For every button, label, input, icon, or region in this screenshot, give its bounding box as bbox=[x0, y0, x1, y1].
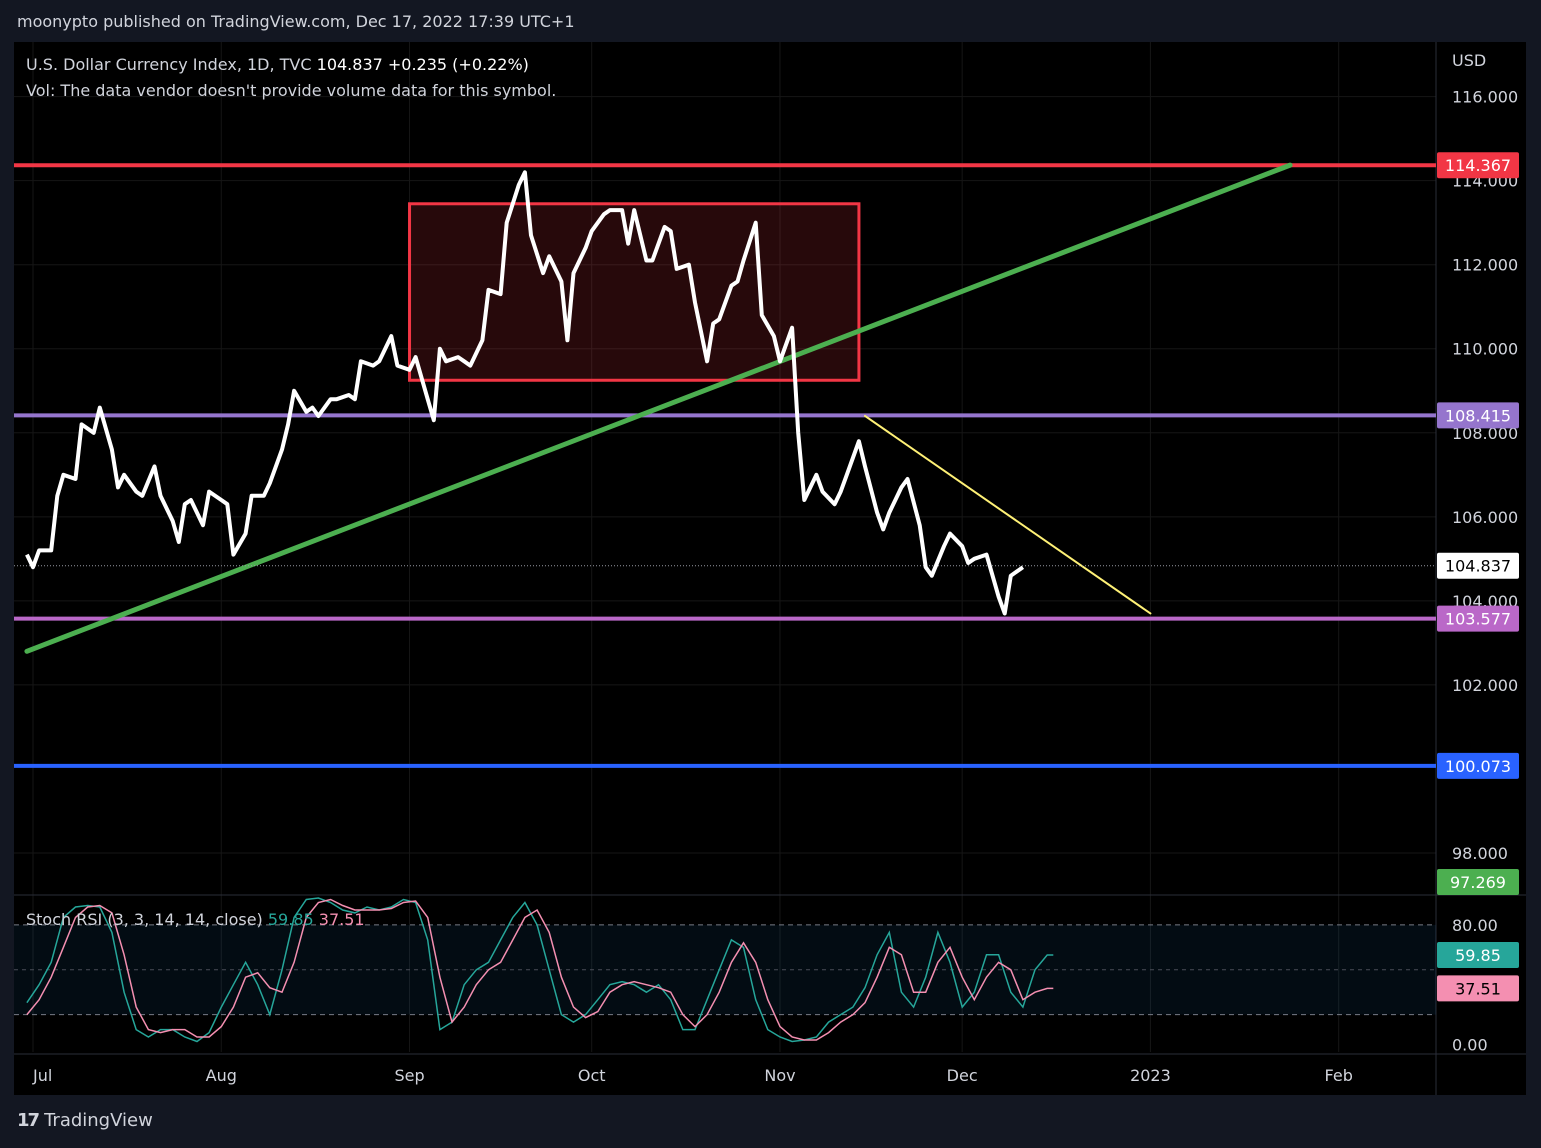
price-tick-label: 110.000 bbox=[1452, 340, 1518, 359]
stoch-k-badge: 59.85 bbox=[1455, 946, 1501, 965]
stoch-legend: Stoch RSI (3, 3, 14, 14, close) 59.85 37… bbox=[26, 910, 365, 929]
price-tick-label: 116.000 bbox=[1452, 88, 1518, 107]
stoch-tick-label: 80.00 bbox=[1452, 916, 1498, 935]
time-tick-label: Aug bbox=[206, 1066, 237, 1085]
stoch-legend-k: 59.85 bbox=[263, 910, 314, 929]
level-price-badge: 100.073 bbox=[1445, 757, 1511, 776]
footer: 17 TradingView bbox=[17, 1110, 153, 1131]
time-tick-label: Sep bbox=[394, 1066, 424, 1085]
chart-svg[interactable]: 116.000114.000112.000110.000108.000106.0… bbox=[14, 42, 1526, 1095]
level-price-badge: 108.415 bbox=[1445, 406, 1511, 425]
level-price-badge: 103.577 bbox=[1445, 610, 1511, 629]
time-tick-label: Oct bbox=[578, 1066, 606, 1085]
symbol-legend: U.S. Dollar Currency Index, 1D, TVC 104.… bbox=[26, 55, 529, 74]
volume-note: Vol: The data vendor doesn't provide vol… bbox=[26, 81, 556, 100]
stoch-tick-label: 0.00 bbox=[1452, 1036, 1488, 1055]
price-tick-label: 112.000 bbox=[1452, 256, 1518, 275]
tradingview-logo-icon: 17 bbox=[17, 1110, 40, 1131]
level-price-badge: 114.367 bbox=[1445, 156, 1511, 175]
stoch-d-badge: 37.51 bbox=[1455, 979, 1501, 998]
price-tick-label: 98.000 bbox=[1452, 844, 1508, 863]
stoch-legend-label: Stoch RSI (3, 3, 14, 14, close) bbox=[26, 910, 263, 929]
legend-price: 104.837 bbox=[312, 55, 383, 74]
symbol-name: U.S. Dollar Currency Index, 1D, TVC bbox=[26, 55, 312, 74]
footer-brand[interactable]: TradingView bbox=[44, 1110, 153, 1131]
time-tick-label: 2023 bbox=[1130, 1066, 1171, 1085]
price-tick-label: 106.000 bbox=[1452, 508, 1518, 527]
time-tick-label: Dec bbox=[947, 1066, 978, 1085]
green-level-badge: 97.269 bbox=[1450, 873, 1506, 892]
time-tick-label: Nov bbox=[764, 1066, 795, 1085]
time-tick-label: Jul bbox=[32, 1066, 52, 1085]
publish-info: moonypto published on TradingView.com, D… bbox=[17, 12, 575, 31]
legend-change: +0.235 (+0.22%) bbox=[383, 55, 529, 74]
currency-label: USD bbox=[1452, 51, 1486, 70]
last-price-badge: 104.837 bbox=[1445, 557, 1511, 576]
time-tick-label: Feb bbox=[1325, 1066, 1353, 1085]
stoch-legend-d: 37.51 bbox=[314, 910, 365, 929]
chart-frame[interactable]: 116.000 114.000 112.000 110.000 108.000 106.0… bbox=[14, 42, 1526, 1095]
price-tick-label: 102.000 bbox=[1452, 676, 1518, 695]
